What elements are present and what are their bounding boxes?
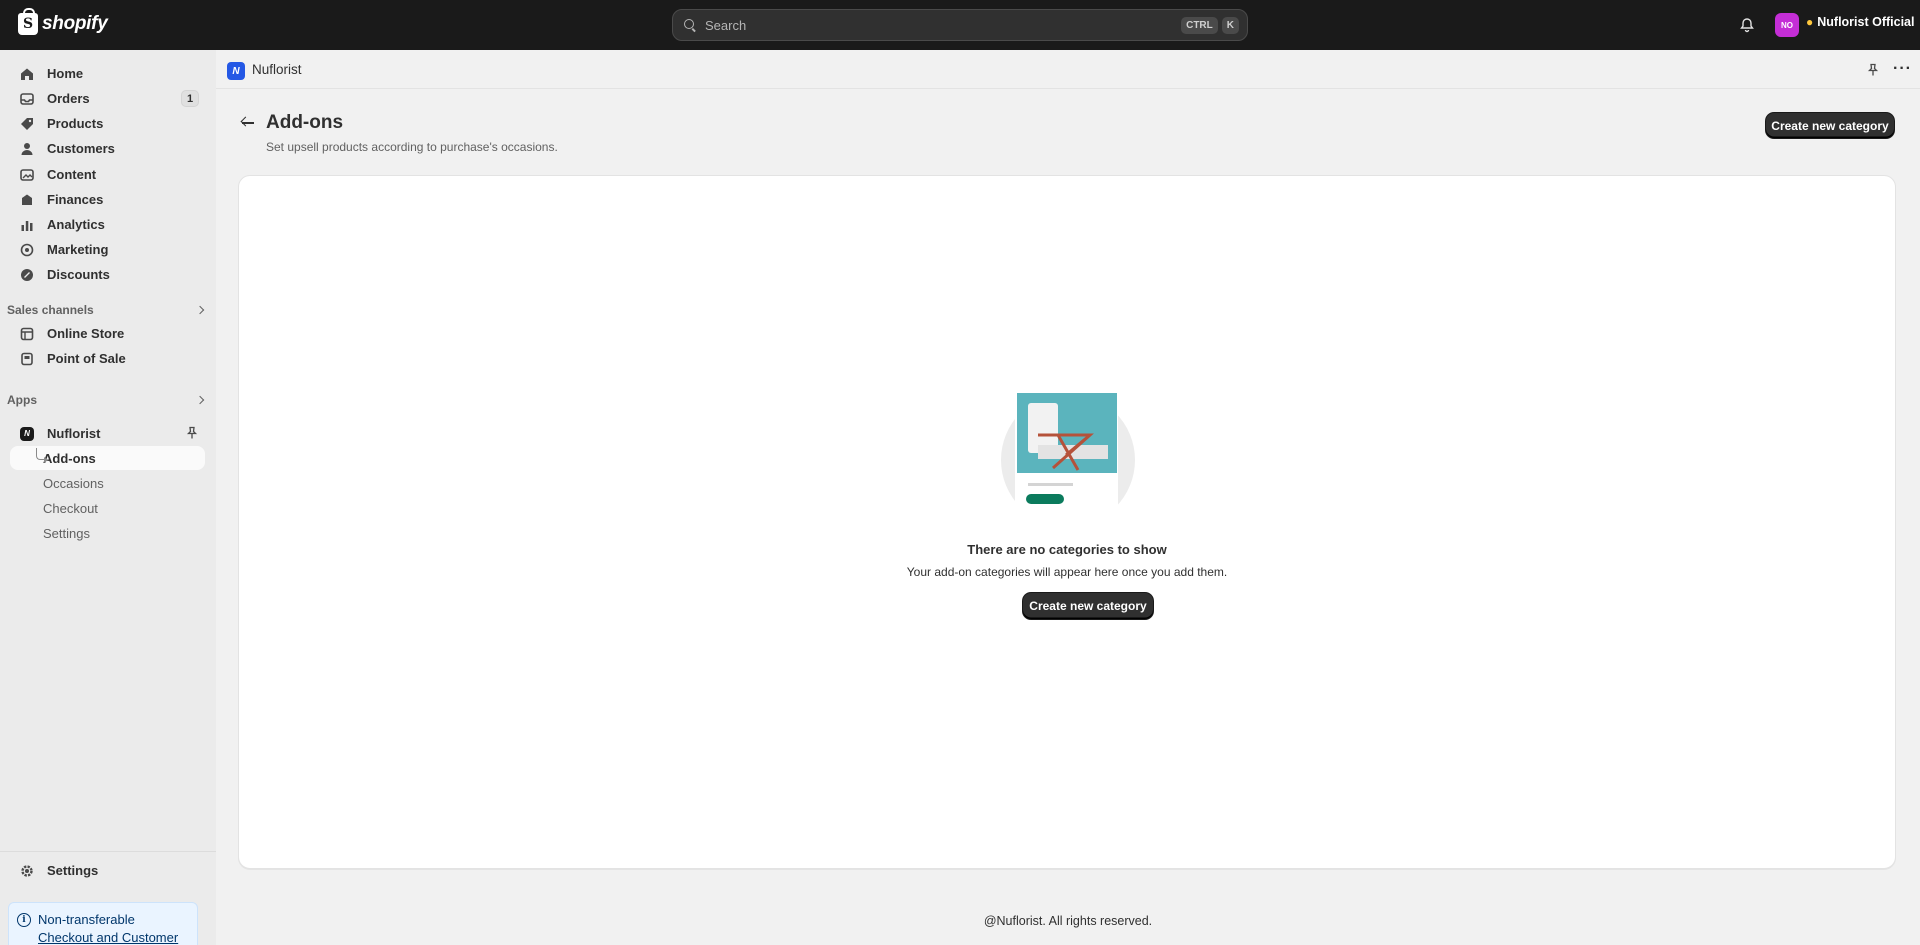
orders-count-badge: 1 (181, 90, 199, 107)
sidebar-item-label: Finances (47, 192, 104, 207)
store-name-label: Nuflorist Official (1817, 15, 1915, 29)
subnav-occasions[interactable]: Occasions (10, 471, 205, 495)
shopify-wordmark: shopify (42, 13, 108, 34)
target-icon (20, 243, 34, 257)
inbox-icon (20, 92, 34, 106)
avatar-initials: NO (1781, 20, 1793, 30)
search-bar[interactable]: CTRL K (672, 9, 1248, 41)
main-content: N Nuflorist ··· Add-ons Set upsell produ… (216, 50, 1920, 945)
sidebar-item-label: Content (47, 167, 97, 182)
person-icon (20, 142, 34, 156)
section-label: Sales channels (7, 303, 94, 317)
sidebar: Home Orders 1 Products Customers Content… (0, 50, 216, 945)
notifications-bell-icon[interactable] (1738, 16, 1756, 34)
more-options-icon[interactable]: ··· (1893, 60, 1912, 78)
sidebar-item-products[interactable]: Products (10, 111, 205, 136)
apps-header[interactable]: Apps (7, 393, 205, 407)
bar-chart-icon (20, 218, 34, 232)
tree-connector-icon (36, 448, 48, 463)
search-icon (683, 18, 697, 32)
sidebar-item-content[interactable]: Content (10, 162, 205, 187)
sidebar-item-discounts[interactable]: Discounts (10, 262, 205, 287)
page-title: Add-ons (266, 112, 344, 133)
empty-state-illustration (1001, 393, 1135, 510)
subnav-label: Checkout (43, 500, 98, 516)
create-new-category-button[interactable]: Create new category (1023, 593, 1153, 619)
subnav-label: Settings (43, 525, 90, 541)
sidebar-item-label: Nuflorist (47, 426, 101, 441)
image-icon (20, 168, 34, 182)
info-icon: i (17, 913, 31, 927)
gear-icon (20, 864, 34, 878)
sidebar-item-label: Online Store (47, 326, 125, 341)
extensibility-preview-banner: i Non-transferable Checkout and Customer… (8, 902, 198, 945)
sidebar-item-settings[interactable]: Settings (10, 858, 205, 883)
sidebar-item-label: Settings (47, 863, 99, 878)
sidebar-item-online-store[interactable]: Online Store (10, 321, 205, 346)
sidebar-item-label: Customers (47, 141, 115, 156)
shortcut-k-key: K (1221, 16, 1239, 34)
subnav-label: Occasions (43, 475, 104, 491)
search-input[interactable] (705, 17, 1178, 33)
extensibility-preview-link[interactable]: Checkout and Customer Accounts Extensibi… (38, 930, 178, 945)
tag-icon (20, 117, 34, 131)
discount-icon (20, 268, 34, 282)
page-subtitle: Set upsell products according to purchas… (266, 140, 558, 154)
home-icon (20, 67, 34, 81)
shopify-logo[interactable]: S shopify (18, 8, 108, 35)
sidebar-item-label: Orders (47, 91, 90, 106)
subnav-checkout[interactable]: Checkout (10, 496, 205, 520)
app-header: N Nuflorist ··· (216, 50, 1920, 89)
pin-icon[interactable] (1866, 63, 1880, 77)
store-icon (20, 327, 34, 341)
chevron-right-icon[interactable] (195, 395, 205, 405)
store-menu[interactable]: ● Nuflorist Official (1806, 15, 1914, 29)
empty-state-card: There are no categories to show Your add… (238, 175, 1896, 869)
pos-icon (20, 352, 34, 366)
footer-copyright: @Nuflorist. All rights reserved. (983, 914, 1153, 928)
nuflorist-logo-icon: N (227, 62, 245, 80)
sidebar-item-label: Products (47, 116, 104, 131)
app-header-title: Nuflorist (252, 62, 302, 77)
sidebar-item-label: Home (47, 66, 84, 81)
lightbulb-icon: ● (1806, 15, 1814, 29)
shortcut-ctrl-key: CTRL (1181, 16, 1218, 34)
sidebar-item-point-of-sale[interactable]: Point of Sale (10, 346, 205, 371)
create-new-category-button[interactable]: Create new category (1766, 113, 1894, 138)
sidebar-item-marketing[interactable]: Marketing (10, 237, 205, 262)
sidebar-item-nuflorist[interactable]: N Nuflorist (10, 421, 205, 446)
sidebar-item-customers[interactable]: Customers (10, 136, 205, 161)
back-arrow-icon[interactable] (240, 116, 256, 130)
preview-prefix: Non-transferable (38, 912, 135, 927)
sales-channels-header[interactable]: Sales channels (7, 303, 205, 317)
shopify-bag-icon: S (18, 8, 38, 35)
subnav-settings[interactable]: Settings (10, 521, 205, 545)
sidebar-item-label: Discounts (47, 267, 110, 282)
store-avatar[interactable]: NO (1775, 13, 1799, 37)
section-label: Apps (7, 393, 37, 407)
chevron-right-icon[interactable] (195, 305, 205, 315)
pin-icon[interactable] (185, 426, 199, 440)
bank-icon (20, 193, 34, 207)
sidebar-item-finances[interactable]: Finances (10, 187, 205, 212)
sidebar-item-home[interactable]: Home (10, 61, 205, 86)
sidebar-item-label: Analytics (47, 217, 105, 232)
top-bar: S shopify CTRL K NO ● Nuflorist Official (0, 0, 1920, 50)
sidebar-item-analytics[interactable]: Analytics (10, 212, 205, 237)
empty-state-title: There are no categories to show (967, 542, 1167, 557)
sidebar-item-label: Point of Sale (47, 351, 126, 366)
sidebar-item-orders[interactable]: Orders 1 (10, 86, 205, 111)
subnav-add-ons[interactable]: Add-ons (10, 446, 205, 470)
sidebar-divider (0, 851, 216, 852)
subnav-label: Add-ons (43, 450, 96, 466)
nuflorist-app-icon: N (20, 426, 34, 441)
empty-state-description: Your add-on categories will appear here … (906, 565, 1228, 579)
sidebar-item-label: Marketing (47, 242, 109, 257)
